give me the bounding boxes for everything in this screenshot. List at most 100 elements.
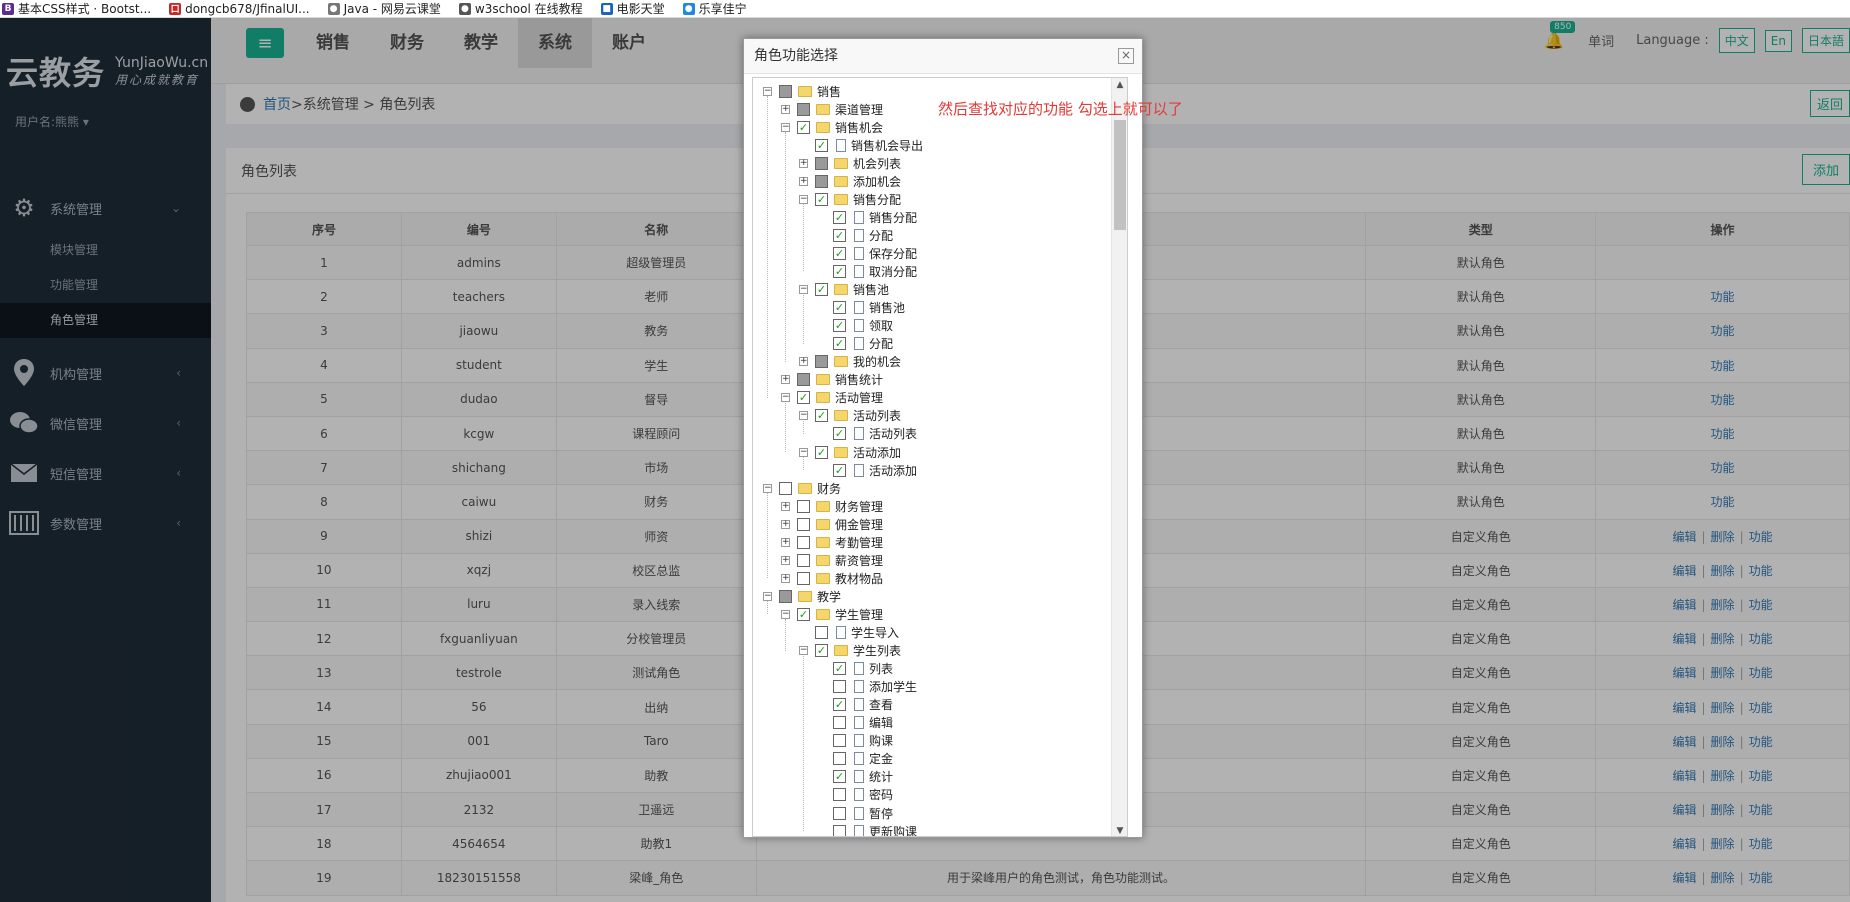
- tree-folder-node[interactable]: − ✓ 活动管理: [781, 389, 883, 407]
- tree-folder-node[interactable]: − ✓ 销售分配: [799, 190, 901, 208]
- tree-checkbox[interactable]: [815, 355, 828, 369]
- tree-checkbox[interactable]: ✓: [833, 463, 846, 477]
- tree-checkbox[interactable]: ✓: [833, 770, 846, 784]
- tree-folder-node[interactable]: − 教学: [763, 587, 841, 605]
- collapse-icon[interactable]: −: [799, 194, 808, 204]
- tree-checkbox[interactable]: [833, 680, 846, 694]
- tree-file-node[interactable]: ✓ 统计: [817, 768, 893, 786]
- tree-checkbox[interactable]: [833, 734, 846, 748]
- tree-checkbox[interactable]: ✓: [797, 607, 810, 621]
- tree-file-node[interactable]: ✓ 活动添加: [817, 461, 917, 479]
- collapse-icon[interactable]: −: [799, 285, 808, 295]
- tree-file-node[interactable]: ✓ 查看: [817, 696, 893, 714]
- tree-file-node[interactable]: ✓ 分配: [817, 226, 893, 244]
- scroll-down-icon[interactable]: ▼: [1112, 824, 1127, 836]
- tree-file-node[interactable]: ✓ 销售池: [817, 299, 905, 317]
- bookmark-item[interactable]: ● 乐享佳宁: [682, 0, 747, 17]
- tree-checkbox[interactable]: ✓: [833, 337, 846, 351]
- tree-checkbox[interactable]: ✓: [797, 391, 810, 405]
- bookmark-item[interactable]: ● Java - 网易云课堂: [327, 0, 441, 17]
- expand-icon[interactable]: +: [781, 573, 790, 583]
- collapse-icon[interactable]: −: [799, 447, 808, 457]
- expand-icon[interactable]: +: [799, 176, 808, 186]
- collapse-icon[interactable]: −: [781, 393, 790, 403]
- tree-file-node[interactable]: 密码: [817, 786, 893, 804]
- collapse-icon[interactable]: −: [781, 609, 790, 619]
- tree-folder-node[interactable]: + 添加机会: [799, 172, 901, 190]
- tree-file-node[interactable]: 编辑: [817, 714, 893, 732]
- tree-checkbox[interactable]: ✓: [815, 138, 828, 152]
- tree-checkbox[interactable]: ✓: [833, 698, 846, 712]
- expand-icon[interactable]: +: [781, 519, 790, 529]
- tree-folder-node[interactable]: − ✓ 学生列表: [799, 642, 901, 660]
- collapse-icon[interactable]: −: [763, 591, 772, 601]
- tree-checkbox[interactable]: ✓: [833, 210, 846, 224]
- tree-folder-node[interactable]: − 财务: [763, 479, 841, 497]
- tree-file-node[interactable]: ✓ 活动列表: [817, 425, 917, 443]
- close-icon[interactable]: ×: [1118, 48, 1134, 64]
- tree-checkbox[interactable]: [779, 589, 792, 603]
- tree-checkbox[interactable]: ✓: [833, 319, 846, 333]
- tree-checkbox[interactable]: ✓: [815, 644, 828, 658]
- tree-checkbox[interactable]: [797, 102, 810, 116]
- tree-checkbox[interactable]: [797, 571, 810, 585]
- tree-checkbox[interactable]: [833, 824, 846, 836]
- tree-file-node[interactable]: ✓ 列表: [817, 660, 893, 678]
- collapse-icon[interactable]: −: [763, 86, 772, 96]
- tree-checkbox[interactable]: [833, 806, 846, 820]
- tree-folder-node[interactable]: + 销售统计: [781, 371, 883, 389]
- tree-folder-node[interactable]: − ✓ 销售机会: [781, 118, 883, 136]
- tree-checkbox[interactable]: [779, 481, 792, 495]
- scroll-up-icon[interactable]: ▲: [1112, 78, 1127, 92]
- tree-scrollbar[interactable]: ▲ ▼: [1111, 78, 1127, 836]
- tree-folder-node[interactable]: − ✓ 销售池: [799, 281, 889, 299]
- expand-icon[interactable]: +: [781, 537, 790, 547]
- tree-checkbox[interactable]: ✓: [797, 120, 810, 134]
- tree-file-node[interactable]: ✓ 销售机会导出: [799, 136, 923, 154]
- tree-folder-node[interactable]: + 渠道管理: [781, 100, 883, 118]
- tree-checkbox[interactable]: [797, 553, 810, 567]
- tree-file-node[interactable]: ✓ 分配: [817, 335, 893, 353]
- tree-folder-node[interactable]: − 销售: [763, 82, 841, 100]
- tree-checkbox[interactable]: [797, 499, 810, 513]
- tree-checkbox[interactable]: [797, 517, 810, 531]
- tree-checkbox[interactable]: [779, 84, 792, 98]
- expand-icon[interactable]: +: [781, 501, 790, 511]
- bookmark-item[interactable]: ● w3school 在线教程: [458, 0, 583, 17]
- tree-folder-node[interactable]: + 我的机会: [799, 353, 901, 371]
- tree-checkbox[interactable]: [797, 373, 810, 387]
- tree-file-node[interactable]: ✓ 取消分配: [817, 263, 917, 281]
- tree-file-node[interactable]: 购课: [817, 732, 893, 750]
- tree-checkbox[interactable]: [815, 174, 828, 188]
- tree-file-node[interactable]: ✓ 销售分配: [817, 208, 917, 226]
- tree-file-node[interactable]: 添加学生: [817, 678, 917, 696]
- tree-checkbox[interactable]: ✓: [833, 246, 846, 260]
- collapse-icon[interactable]: −: [799, 411, 808, 421]
- tree-checkbox[interactable]: ✓: [833, 301, 846, 315]
- tree-checkbox[interactable]: ✓: [815, 409, 828, 423]
- bookmark-item[interactable]: ■ 电影天堂: [600, 0, 665, 17]
- tree-file-node[interactable]: ✓ 保存分配: [817, 244, 917, 262]
- tree-checkbox[interactable]: [815, 156, 828, 170]
- tree-folder-node[interactable]: + 薪资管理: [781, 551, 883, 569]
- expand-icon[interactable]: +: [781, 555, 790, 565]
- tree-file-node[interactable]: 定金: [817, 750, 893, 768]
- expand-icon[interactable]: +: [799, 158, 808, 168]
- tree-folder-node[interactable]: + 考勤管理: [781, 533, 883, 551]
- tree-checkbox[interactable]: [833, 788, 846, 802]
- scroll-thumb[interactable]: [1114, 120, 1126, 230]
- expand-icon[interactable]: +: [781, 104, 790, 114]
- tree-checkbox[interactable]: ✓: [833, 662, 846, 676]
- bookmark-item[interactable]: 口 dongcb678/JfinalUI...: [169, 2, 310, 16]
- tree-checkbox[interactable]: ✓: [815, 192, 828, 206]
- tree-checkbox[interactable]: ✓: [815, 445, 828, 459]
- tree-folder-node[interactable]: + 财务管理: [781, 497, 883, 515]
- tree-checkbox[interactable]: ✓: [833, 427, 846, 441]
- tree-folder-node[interactable]: − ✓ 活动列表: [799, 407, 901, 425]
- tree-folder-node[interactable]: + 机会列表: [799, 154, 901, 172]
- collapse-icon[interactable]: −: [799, 646, 808, 656]
- expand-icon[interactable]: +: [781, 375, 790, 385]
- tree-folder-node[interactable]: − ✓ 活动添加: [799, 443, 901, 461]
- tree-checkbox[interactable]: ✓: [815, 283, 828, 297]
- collapse-icon[interactable]: −: [781, 122, 790, 132]
